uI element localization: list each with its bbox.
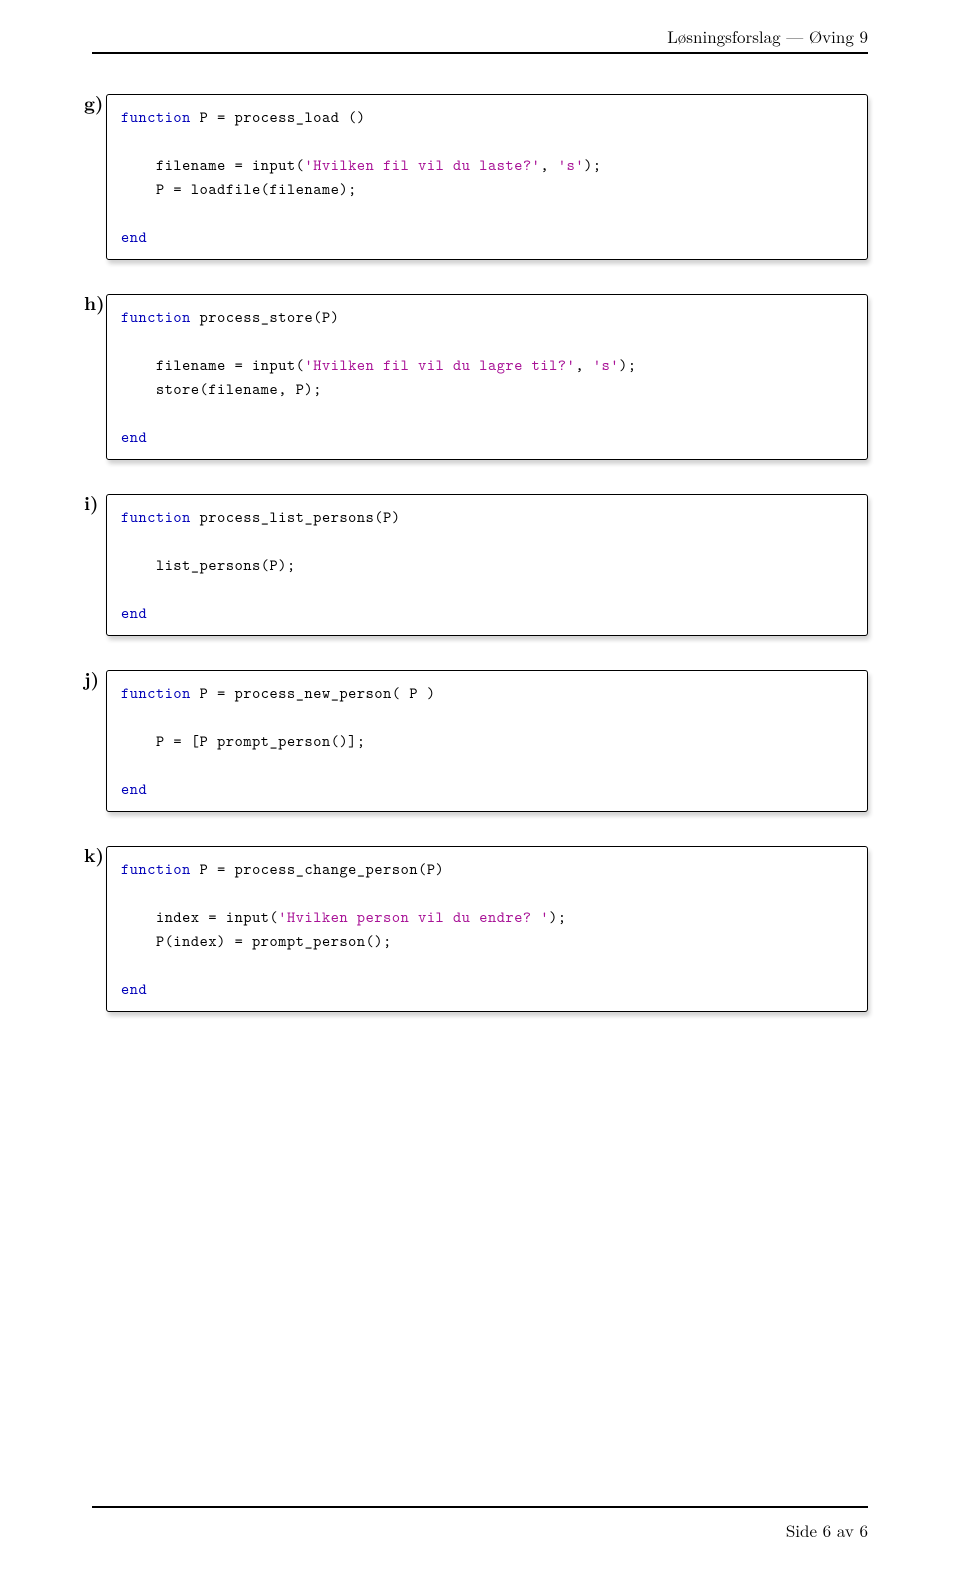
code-content: function P = process_new_person( P ) P =… xyxy=(121,681,853,801)
code-block: i)function process_list_persons(P) list_… xyxy=(92,494,868,636)
code-box: function P = process_change_person(P) in… xyxy=(106,846,868,1012)
running-head: Løsningsforslag — Øving 9 xyxy=(92,24,868,48)
code-box: function process_list_persons(P) list_pe… xyxy=(106,494,868,636)
code-content: function P = process_load () filename = … xyxy=(121,105,853,249)
code-block: h)function process_store(P) filename = i… xyxy=(92,294,868,460)
footer-text: Side 6 av 6 xyxy=(786,1518,868,1542)
code-block: j)function P = process_new_person( P ) P… xyxy=(92,670,868,812)
footer-rule xyxy=(92,1506,868,1512)
code-box: function P = process_new_person( P ) P =… xyxy=(106,670,868,812)
code-block: k)function P = process_change_person(P) … xyxy=(92,846,868,1012)
code-content: function P = process_change_person(P) in… xyxy=(121,857,853,1001)
code-block-label: h) xyxy=(84,288,105,316)
code-box: function process_store(P) filename = inp… xyxy=(106,294,868,460)
code-block-label: g) xyxy=(84,88,103,116)
code-content: function process_store(P) filename = inp… xyxy=(121,305,853,449)
code-block-label: i) xyxy=(84,488,99,516)
header-rule xyxy=(92,52,868,58)
code-listing-container: g)function P = process_load () filename … xyxy=(92,94,868,1012)
code-box: function P = process_load () filename = … xyxy=(106,94,868,260)
page: Løsningsforslag — Øving 9 g)function P =… xyxy=(0,0,960,1572)
code-block-label: k) xyxy=(84,840,104,868)
code-content: function process_list_persons(P) list_pe… xyxy=(121,505,853,625)
code-block-label: j) xyxy=(84,664,99,692)
code-block: g)function P = process_load () filename … xyxy=(92,94,868,260)
